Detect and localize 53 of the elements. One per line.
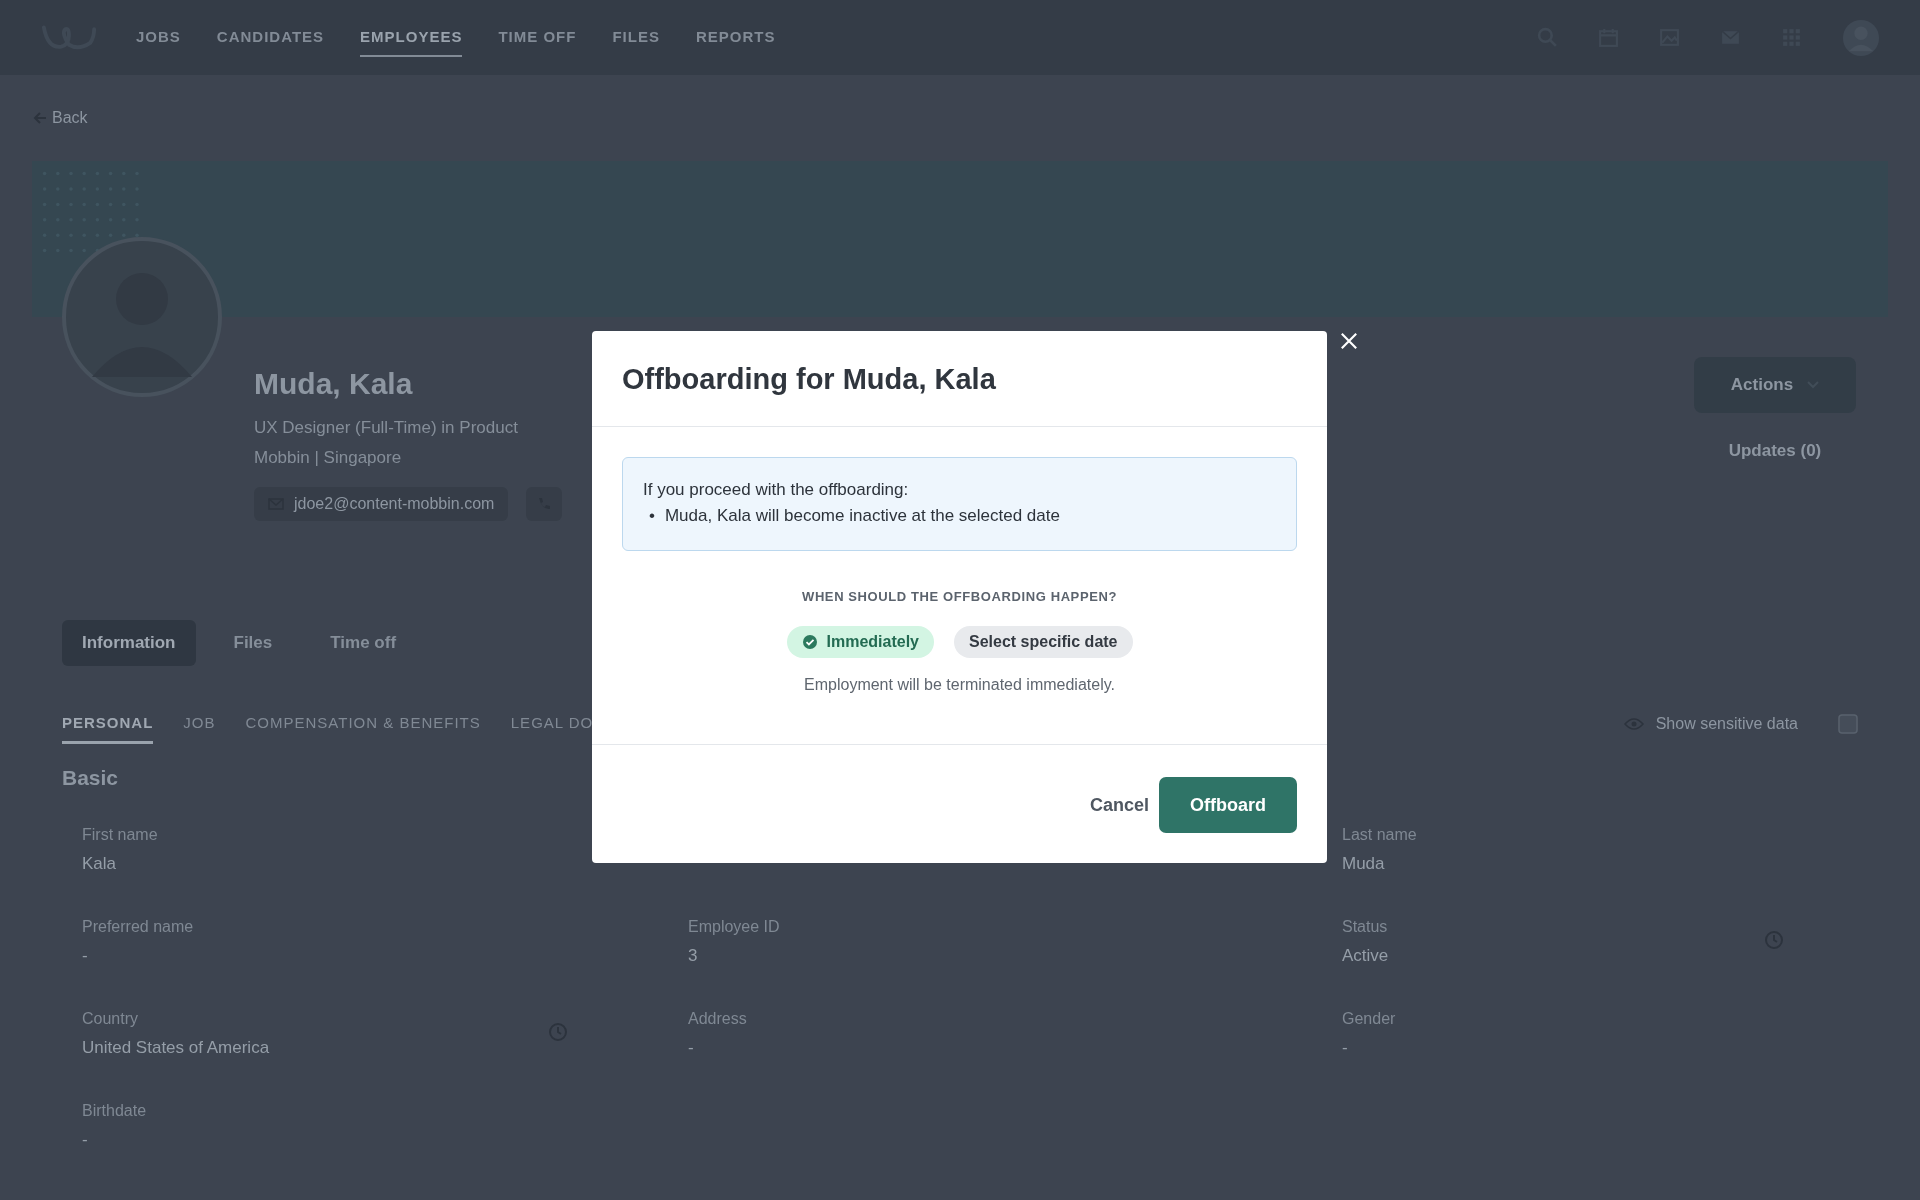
nav-link[interactable]: TIME OFF bbox=[498, 18, 577, 57]
field-value: - bbox=[1342, 1038, 1349, 1058]
square-icon[interactable] bbox=[1838, 714, 1858, 734]
email-chip[interactable]: jdoe2@content-mobbin.com bbox=[254, 487, 509, 521]
notice-text: If you proceed with the offboarding: bbox=[643, 480, 910, 500]
actions-button[interactable]: Actions bbox=[1694, 357, 1856, 413]
section-tab[interactable]: COMPENSATION & BENEFITS bbox=[245, 704, 481, 744]
updates-link[interactable]: Updates (0) bbox=[1728, 441, 1822, 461]
field-value: Active bbox=[1342, 946, 1389, 966]
nav-link[interactable]: CANDIDATES bbox=[216, 18, 325, 57]
date-option-chip[interactable]: Select specific date bbox=[954, 626, 1133, 658]
nav-link[interactable]: FILES bbox=[612, 18, 660, 57]
field-label: Country bbox=[82, 1010, 140, 1028]
profile-tab[interactable]: Files bbox=[213, 620, 293, 666]
field-label: First name bbox=[82, 826, 158, 844]
cancel-button[interactable]: Cancel bbox=[1089, 784, 1149, 826]
field-value: - bbox=[82, 1130, 89, 1150]
hint-text: Employment will be terminated immediately. bbox=[804, 676, 1115, 694]
field-value: - bbox=[688, 1038, 695, 1058]
job-title: UX Designer (Full-Time) in Product bbox=[254, 417, 519, 439]
profile-tab[interactable]: Information bbox=[62, 620, 196, 666]
field-label: Preferred name bbox=[82, 918, 194, 936]
field-value: United States of America bbox=[82, 1038, 270, 1058]
offboard-button[interactable]: Offboard bbox=[1159, 777, 1297, 833]
nav-link[interactable]: REPORTS bbox=[695, 18, 776, 57]
nav-link[interactable]: JOBS bbox=[136, 18, 181, 57]
field-label: Employee ID bbox=[688, 918, 780, 936]
field-label: Address bbox=[688, 1010, 747, 1028]
date-option-chip[interactable]: Immediately bbox=[786, 626, 934, 658]
section-heading: Basic bbox=[61, 766, 120, 790]
field-label: Status bbox=[1342, 918, 1389, 936]
back-link[interactable]: Back bbox=[32, 75, 1888, 161]
nav-link[interactable]: EMPLOYEES bbox=[360, 18, 463, 57]
field-label: Last name bbox=[1342, 826, 1417, 844]
close-icon[interactable] bbox=[1340, 332, 1358, 350]
employee-name: Muda, Kala bbox=[254, 367, 414, 401]
question-label: WHEN SHOULD THE OFFBOARDING HAPPEN? bbox=[802, 589, 1117, 604]
profile-tab[interactable]: Time off bbox=[310, 620, 417, 666]
field-value: Kala bbox=[82, 854, 118, 874]
field-label: Birthdate bbox=[82, 1102, 147, 1120]
section-tab[interactable]: PERSONAL bbox=[62, 704, 154, 744]
field-value: 3 bbox=[688, 946, 699, 966]
field-value: - bbox=[82, 946, 89, 966]
employee-location: Mobbin | Singapore bbox=[254, 447, 403, 469]
field-value: Muda bbox=[1342, 854, 1386, 874]
section-tab[interactable]: LEGAL DO bbox=[510, 704, 594, 744]
section-tab[interactable]: JOB bbox=[183, 704, 216, 744]
field-label: Gender bbox=[1342, 1010, 1396, 1028]
show-sensitive-data-toggle[interactable]: Show sensitive data bbox=[1623, 715, 1798, 733]
dialog-title: Offboarding for Muda, Kala bbox=[622, 363, 997, 396]
bullet-marker: • bbox=[649, 505, 655, 527]
notice-bullet: Muda, Kala will become inactive at the selected date bbox=[664, 505, 1060, 527]
check-circle-icon bbox=[801, 634, 818, 650]
